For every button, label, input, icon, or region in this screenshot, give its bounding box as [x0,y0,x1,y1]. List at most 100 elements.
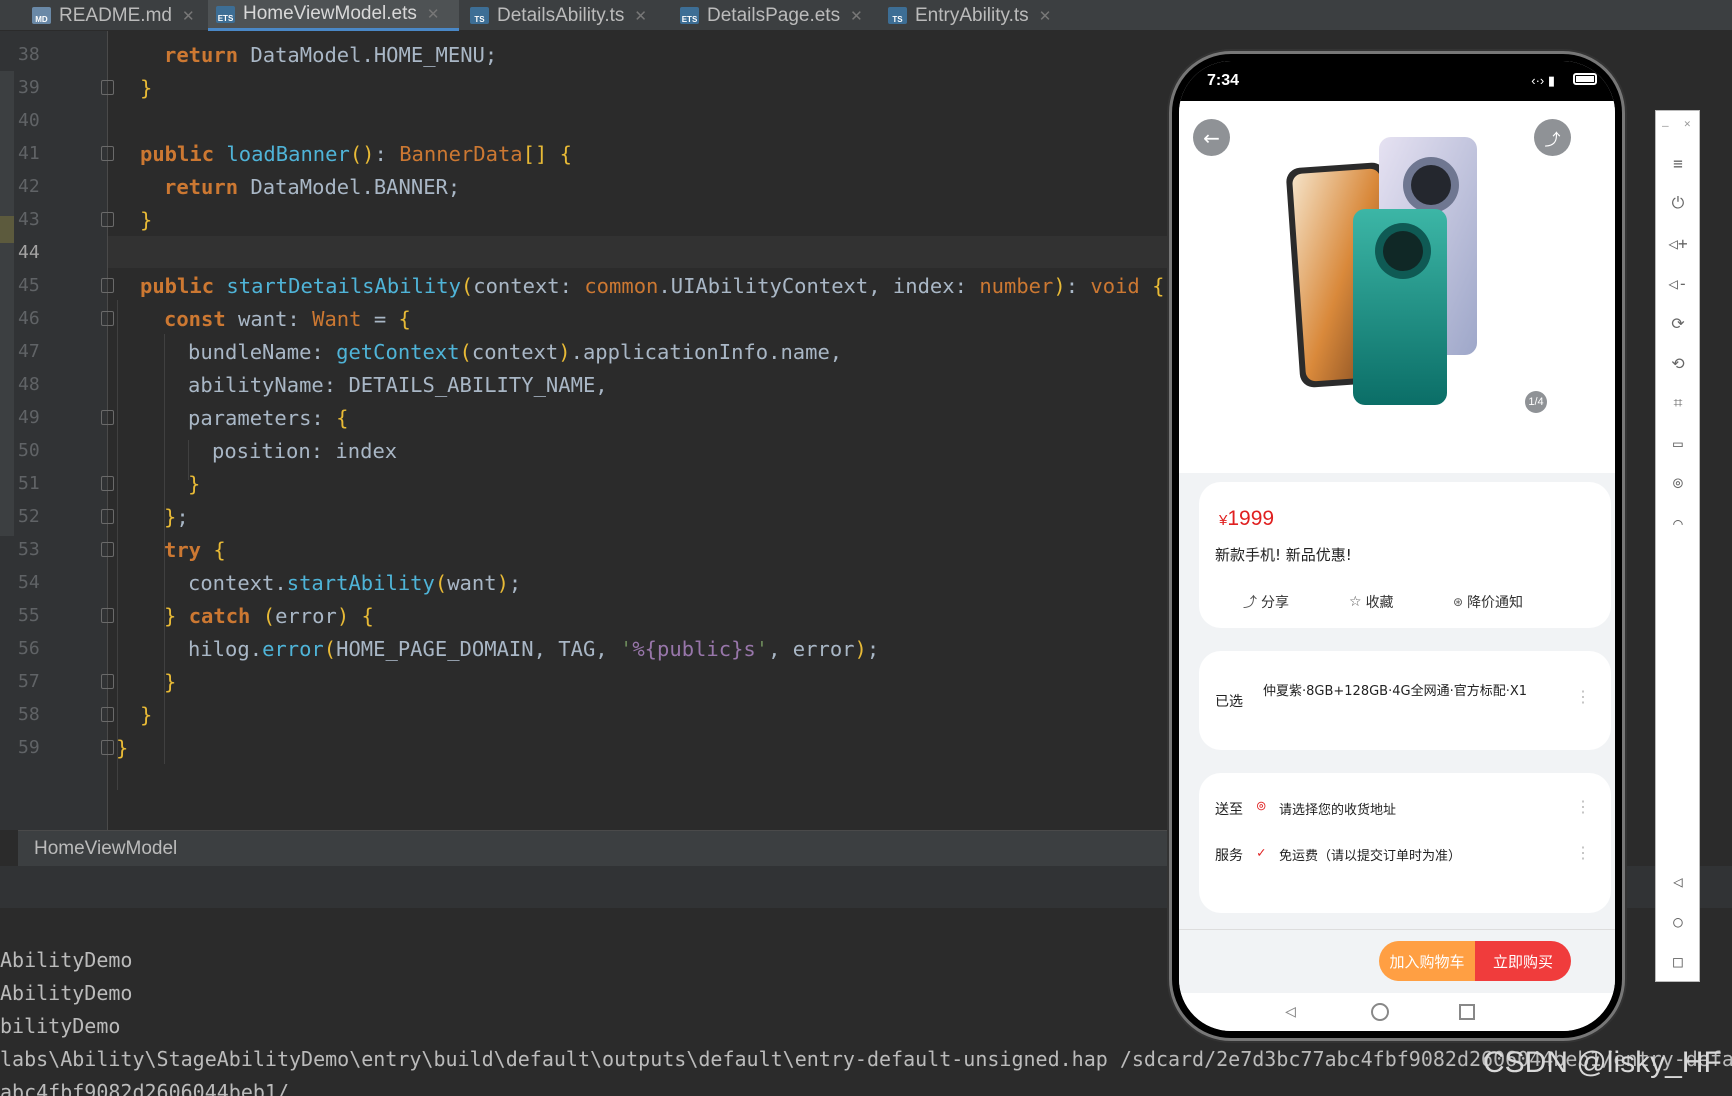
fold-start-icon[interactable] [101,542,114,557]
screenshot-icon[interactable]: ⌗ [1668,393,1688,413]
code-line[interactable]: 54 context.startAbility(want); [0,566,1168,599]
line-number: 45 [18,275,40,296]
volume-down-icon[interactable]: ◁- [1668,273,1688,293]
fold-end-icon[interactable] [101,80,114,95]
nav-recent-icon[interactable] [1459,1004,1475,1020]
code-line[interactable]: 49 parameters: { [0,401,1168,434]
tab-entryability[interactable]: TS EntryAbility.ts ✕ [888,0,1078,31]
code-line[interactable]: 48 abilityName: DETAILS_ABILITY_NAME, [0,368,1168,401]
code-line[interactable]: 45 public startDetailsAbility(context: c… [0,269,1168,302]
share-action[interactable]: ⤴ 分享 [1243,592,1289,612]
fold-end-icon[interactable] [101,740,114,755]
power-icon[interactable]: ⏻ [1668,193,1688,213]
tab-readme[interactable]: MD README.md ✕ [32,0,195,31]
code-line[interactable]: 59 } [0,731,1168,764]
close-icon[interactable]: ✕ [1684,117,1691,130]
code-text: } [140,75,153,100]
fold-end-icon[interactable] [101,674,114,689]
code-line[interactable]: 52 }; [0,500,1168,533]
tab-homeviewmodel[interactable]: ETS HomeViewModel.ets ✕ [208,0,459,31]
code-line[interactable]: 53 try { [0,533,1168,566]
code-line[interactable]: 39 } [0,71,1168,104]
close-icon[interactable]: ✕ [1039,7,1052,25]
code-line[interactable]: 56 hilog.error(HOME_PAGE_DOMAIN, TAG, '%… [0,632,1168,665]
add-to-cart-button[interactable]: 加入购物车 [1379,941,1475,981]
code-text: } [188,471,201,496]
console-line: abc4fbf9082d2606044beb1/ [0,1080,289,1096]
menu-icon[interactable]: ≡ [1668,153,1688,173]
code-line[interactable]: 50 position: index [0,434,1168,467]
ts-file-icon: TS [888,7,907,24]
line-number: 46 [18,308,40,329]
code-text: abilityName: DETAILS_ABILITY_NAME, [188,372,608,397]
volume-up-icon[interactable]: ◁+ [1668,233,1688,253]
share-button[interactable]: ⤴ [1534,119,1571,156]
close-icon[interactable]: ✕ [634,7,647,25]
breadcrumb-item[interactable]: HomeViewModel [34,838,177,860]
close-icon[interactable]: ✕ [850,7,863,25]
code-text: } catch (error) { [164,603,374,628]
fold-start-icon[interactable] [101,608,114,623]
tab-detailspage[interactable]: ETS DetailsPage.ets ✕ [680,0,880,31]
wifi-icon[interactable]: ◠ [1668,513,1688,533]
fold-end-icon[interactable] [101,476,114,491]
line-number: 52 [18,506,40,527]
line-number: 39 [18,77,40,98]
line-number: 38 [18,44,40,65]
nav-home-icon[interactable]: ○ [1668,911,1688,931]
code-line[interactable]: 57 } [0,665,1168,698]
fold-start-icon[interactable] [101,278,114,293]
fold-end-icon[interactable] [101,212,114,227]
code-line[interactable]: 40 [0,104,1168,137]
more-icon[interactable]: ⋮ [1575,843,1591,862]
emulator-screen[interactable]: 7:34 ‹·› ▮ 1/4 ← ⤴ ¥1999 新款手机! 新品优惠! ⤴ 分… [1179,61,1615,1031]
line-number: 41 [18,143,40,164]
battery-icon[interactable]: ▭ [1668,433,1688,453]
code-line[interactable]: 47 bundleName: getContext(context).appli… [0,335,1168,368]
buy-now-button[interactable]: 立即购买 [1475,941,1571,981]
nav-back-icon[interactable]: ◁ [1668,871,1688,891]
selected-spec: 仲夏紫·8GB+128GB·4G全网通·官方标配·X1 [1263,684,1528,699]
code-line[interactable]: 38 return DataModel.HOME_MENU; [0,38,1168,71]
favorite-action[interactable]: ☆ 收藏 [1349,592,1394,612]
close-icon[interactable]: ✕ [182,7,195,25]
back-button[interactable]: ← [1193,119,1230,156]
fold-start-icon[interactable] [101,146,114,161]
code-line[interactable]: 55 } catch (error) { [0,599,1168,632]
nav-recent-icon[interactable]: □ [1668,951,1688,971]
close-icon[interactable]: ✕ [427,5,440,23]
tab-label: DetailsPage.ets [707,4,841,26]
code-line[interactable]: 41 public loadBanner(): BannerData[] { [0,137,1168,170]
line-number: 59 [18,737,40,758]
code-line[interactable]: 58 } [0,698,1168,731]
spec-card[interactable]: 已选 仲夏紫·8GB+128GB·4G全网通·官方标配·X1 ⋮ [1199,651,1611,750]
code-text: } [140,207,153,232]
tab-detailsability[interactable]: TS DetailsAbility.ts ✕ [470,0,670,31]
location-icon[interactable]: ⌾ [1668,473,1688,493]
minimize-icon[interactable]: – [1662,119,1669,132]
nav-home-icon[interactable] [1371,1003,1389,1021]
code-line[interactable]: 43 } [0,203,1168,236]
fold-start-icon[interactable] [101,311,114,326]
fold-end-icon[interactable] [101,509,114,524]
code-line[interactable]: 46 const want: Want = { [0,302,1168,335]
star-icon: ☆ [1349,594,1362,610]
breadcrumb[interactable]: HomeViewModel [18,830,1168,866]
service-label: 服务 [1215,848,1243,864]
code-line[interactable]: 44 [0,236,1168,269]
nav-back-icon[interactable]: ◁ [1285,1001,1296,1022]
tab-label: EntryAbility.ts [915,4,1029,26]
fold-start-icon[interactable] [101,410,114,425]
deliver-address[interactable]: 请选择您的收货地址 [1279,799,1396,818]
code-line[interactable]: 51 } [0,467,1168,500]
more-icon[interactable]: ⋮ [1575,687,1591,706]
rotate-icon[interactable]: ⟳ [1668,313,1688,333]
fold-end-icon[interactable] [101,707,114,722]
share-label: 分享 [1261,595,1289,611]
price-alert-action[interactable]: ⊛ 降价通知 [1453,592,1523,612]
more-icon[interactable]: ⋮ [1575,797,1591,816]
product-banner[interactable]: 1/4 [1179,101,1615,473]
rotate-reverse-icon[interactable]: ⟲ [1668,353,1688,373]
tab-label: DetailsAbility.ts [497,4,625,26]
code-line[interactable]: 42 return DataModel.BANNER; [0,170,1168,203]
